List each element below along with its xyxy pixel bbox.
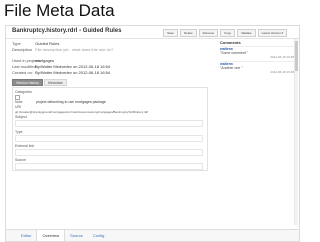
- tab-version-history[interactable]: Version history: [12, 79, 43, 86]
- file-meta-data-editor: Bankruptcy.history.rdrl - Guided Rules S…: [5, 25, 300, 242]
- note-field[interactable]: project debunking to use mortgages packa…: [36, 100, 106, 104]
- tab-config[interactable]: Config: [88, 230, 110, 241]
- tab-editor[interactable]: Editor: [16, 230, 36, 241]
- type-value: Guided Rules: [35, 41, 60, 46]
- comment-item: walterw "Another one " 2012-06-18 16:48: [220, 61, 294, 74]
- tab-overview[interactable]: Overview: [36, 230, 66, 241]
- comment-time: 2012-06-18 16:48: [270, 70, 294, 74]
- description-row: Description File description yet - what …: [12, 47, 113, 52]
- document-header: Bankruptcy.history.rdrl - Guided Rules S…: [6, 26, 299, 39]
- last-modified-value: By/Walter Medvedev on 2012-06-18 16:54: [35, 64, 111, 69]
- source-label: Source: [15, 158, 27, 162]
- validate-button[interactable]: Validate: [237, 29, 256, 37]
- type-meta-label: Type: [15, 130, 23, 134]
- last-modified-row: Last modified: By/Walter Medvedev on 201…: [12, 64, 110, 69]
- comments-title: Comments: [220, 40, 241, 45]
- used-in-projects-row: Used in projects mortgages: [12, 58, 54, 63]
- description-field[interactable]: File description yet - what does this ru…: [35, 47, 113, 52]
- comment-item: walterw "Some comment " 2012-06-18 16:48: [220, 46, 294, 59]
- external-link-label: External link: [15, 144, 35, 148]
- note-label: Note: [15, 100, 23, 104]
- slide-title: File Meta Data: [4, 1, 115, 20]
- categories-label: Categories: [15, 90, 32, 94]
- copy-button[interactable]: Copy: [220, 29, 236, 37]
- external-link-input[interactable]: [15, 149, 203, 156]
- document-toolbar: Save Delete Rename Copy Validate Latest …: [163, 29, 287, 37]
- comment-time: 2012-06-18 16:48: [270, 55, 294, 59]
- bottom-tab-bar: Editor Overview Source Config: [6, 229, 299, 241]
- description-label: Description: [12, 47, 33, 52]
- note-row: Note project debunking to use mortgages …: [15, 100, 106, 104]
- subject-input[interactable]: [15, 120, 203, 127]
- meta-tabs: Version history Metadata: [12, 79, 67, 86]
- used-in-projects-value: mortgages: [35, 58, 55, 63]
- created-on-value: By/Walter Medvedev on 2012-06-18 16:54: [35, 70, 111, 75]
- uri-label: URI: [15, 105, 22, 109]
- subject-label: Subject: [15, 115, 27, 119]
- comments-sidebar: Comments walterw "Some comment " 2012-06…: [218, 39, 297, 227]
- tab-metadata[interactable]: Metadata: [43, 79, 67, 86]
- created-on-label: Created on:: [12, 70, 33, 75]
- save-button[interactable]: Save: [163, 29, 178, 37]
- used-in-projects-label: Used in projects: [12, 58, 41, 63]
- rename-button[interactable]: Rename: [198, 29, 218, 37]
- document-title: Bankruptcy.history.rdrl - Guided Rules: [12, 28, 122, 34]
- latest-version-dropdown[interactable]: Latest Version ▾: [257, 29, 287, 37]
- type-row: Type Guided Rules: [12, 41, 59, 46]
- last-modified-label: Last modified:: [12, 64, 37, 69]
- delete-button[interactable]: Delete: [179, 29, 197, 37]
- source-input[interactable]: [15, 163, 203, 170]
- uri-value: git://master@uf-playground/mortgages/src…: [15, 110, 149, 114]
- type-input[interactable]: [15, 135, 203, 142]
- tab-source[interactable]: Source: [65, 230, 88, 241]
- main-content: Type Guided Rules Description File descr…: [6, 39, 214, 229]
- type-label: Type: [12, 41, 21, 46]
- vertical-scrollbar[interactable]: [294, 39, 298, 225]
- metadata-panel: Categories Note project debunking to use…: [12, 87, 208, 171]
- scrollbar-thumb[interactable]: [295, 41, 298, 71]
- created-on-row: Created on: By/Walter Medvedev on 2012-0…: [12, 70, 110, 75]
